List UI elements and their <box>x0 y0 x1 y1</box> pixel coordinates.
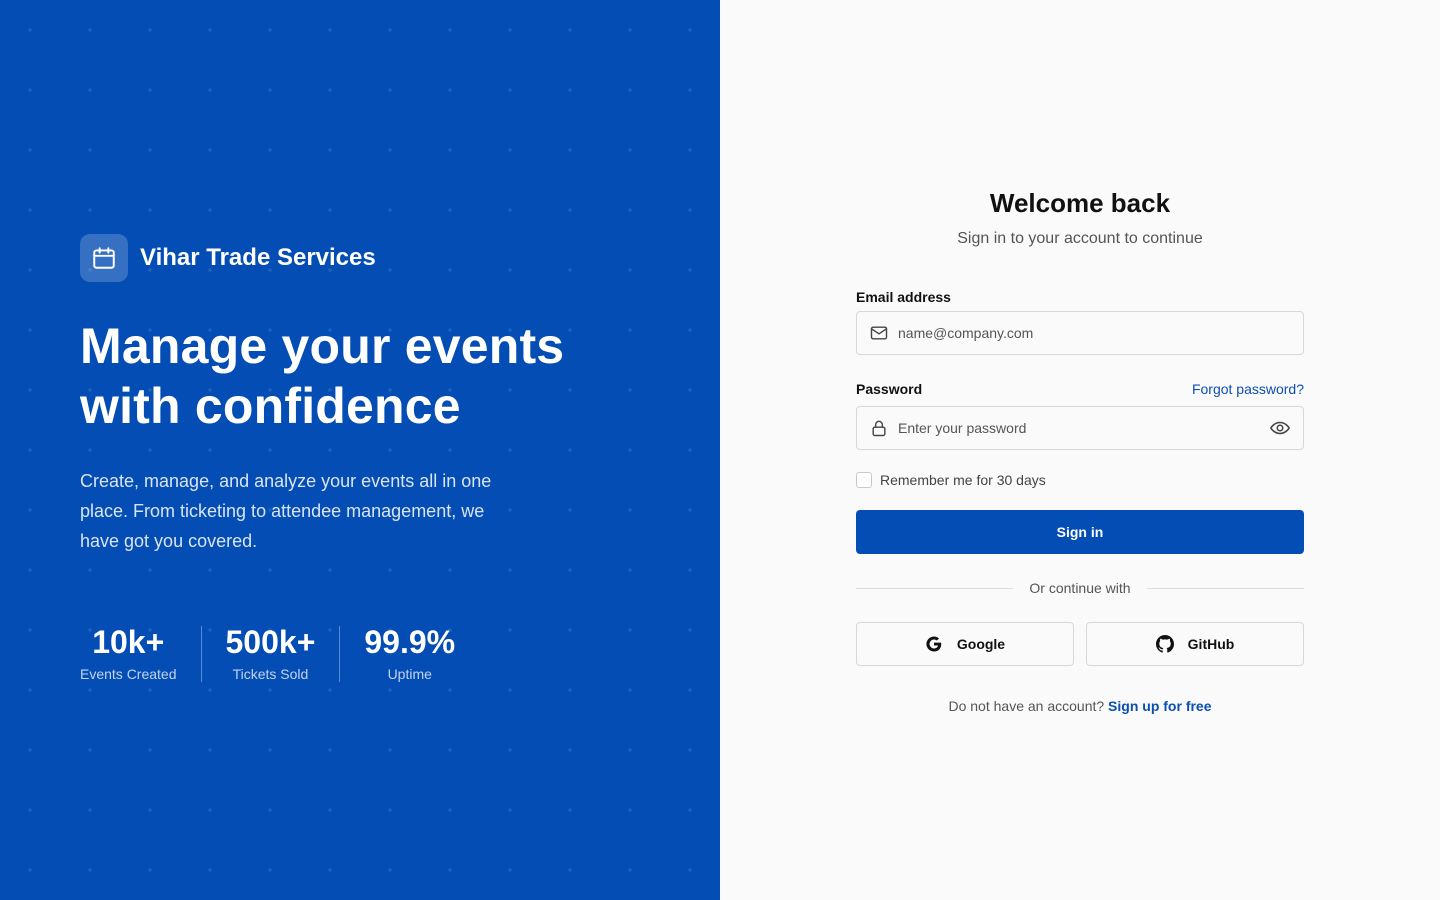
email-input[interactable] <box>898 325 1291 341</box>
email-field-wrapper <box>856 311 1304 355</box>
google-button[interactable]: Google <box>856 622 1074 666</box>
stat-tickets: 500k+ Tickets Sold <box>226 626 316 682</box>
stats: 10k+ Events Created 500k+ Tickets Sold 9… <box>80 626 640 682</box>
hero-title: Manage your events with confidence <box>80 318 565 434</box>
stat-divider <box>200 626 202 682</box>
signup-row: Do not have an account? Sign up for free <box>856 698 1304 714</box>
signup-prompt: Do not have an account? <box>948 698 1105 714</box>
github-button[interactable]: GitHub <box>1086 622 1304 666</box>
email-label: Email address <box>856 289 951 305</box>
social-buttons: Google GitHub <box>856 622 1304 666</box>
stat-divider <box>339 626 341 682</box>
remember-label: Remember me for 30 days <box>880 472 1046 488</box>
mail-icon <box>870 326 888 340</box>
login-form: Welcome back Sign in to your account to … <box>856 188 1305 714</box>
stat-uptime: 99.9% Uptime <box>364 626 455 682</box>
brand: Vihar Trade Services <box>80 234 640 282</box>
brand-logo <box>80 234 128 282</box>
brand-name: Vihar Trade Services <box>140 244 376 271</box>
or-divider: Or continue with <box>856 580 1305 596</box>
password-label-row: Password Forgot password? <box>856 380 1304 398</box>
brand-content: Vihar Trade Services Manage your events … <box>80 234 640 682</box>
login-panel: Welcome back Sign in to your account to … <box>720 0 1440 900</box>
form-title: Welcome back <box>989 188 1171 218</box>
eye-icon[interactable] <box>1269 417 1291 439</box>
stat-events: 10k+ Events Created <box>80 626 177 682</box>
forgot-password-link[interactable]: Forgot password? <box>1192 381 1304 397</box>
github-label: GitHub <box>1187 636 1235 652</box>
divider-line <box>856 587 1014 589</box>
github-icon <box>1155 635 1174 653</box>
remember-row: Remember me for 30 days <box>856 472 1304 488</box>
form-subtitle: Sign in to your account to continue <box>957 230 1203 247</box>
google-icon <box>926 636 942 652</box>
remember-checkbox[interactable] <box>856 472 872 488</box>
stat-label: Tickets Sold <box>232 666 309 682</box>
stat-label: Events Created <box>80 666 177 682</box>
stat-value: 500k+ <box>225 624 316 660</box>
google-label: Google <box>956 636 1006 652</box>
stat-value: 99.9% <box>364 624 456 660</box>
stat-value: 10k+ <box>92 624 165 660</box>
password-field-wrapper <box>856 406 1304 450</box>
divider-text: Or continue with <box>1029 580 1131 596</box>
calendar-icon <box>93 247 115 269</box>
password-label: Password <box>856 381 923 397</box>
divider-line <box>1146 587 1305 589</box>
hero-description: Create, manage, and analyze your events … <box>80 471 492 551</box>
stat-label: Uptime <box>387 666 432 682</box>
signup-link[interactable]: Sign up for free <box>1108 698 1211 714</box>
lock-icon <box>872 420 886 437</box>
brand-panel: Vihar Trade Services Manage your events … <box>0 0 720 900</box>
sign-in-button[interactable]: Sign in <box>856 510 1304 554</box>
password-input[interactable] <box>898 420 1269 436</box>
